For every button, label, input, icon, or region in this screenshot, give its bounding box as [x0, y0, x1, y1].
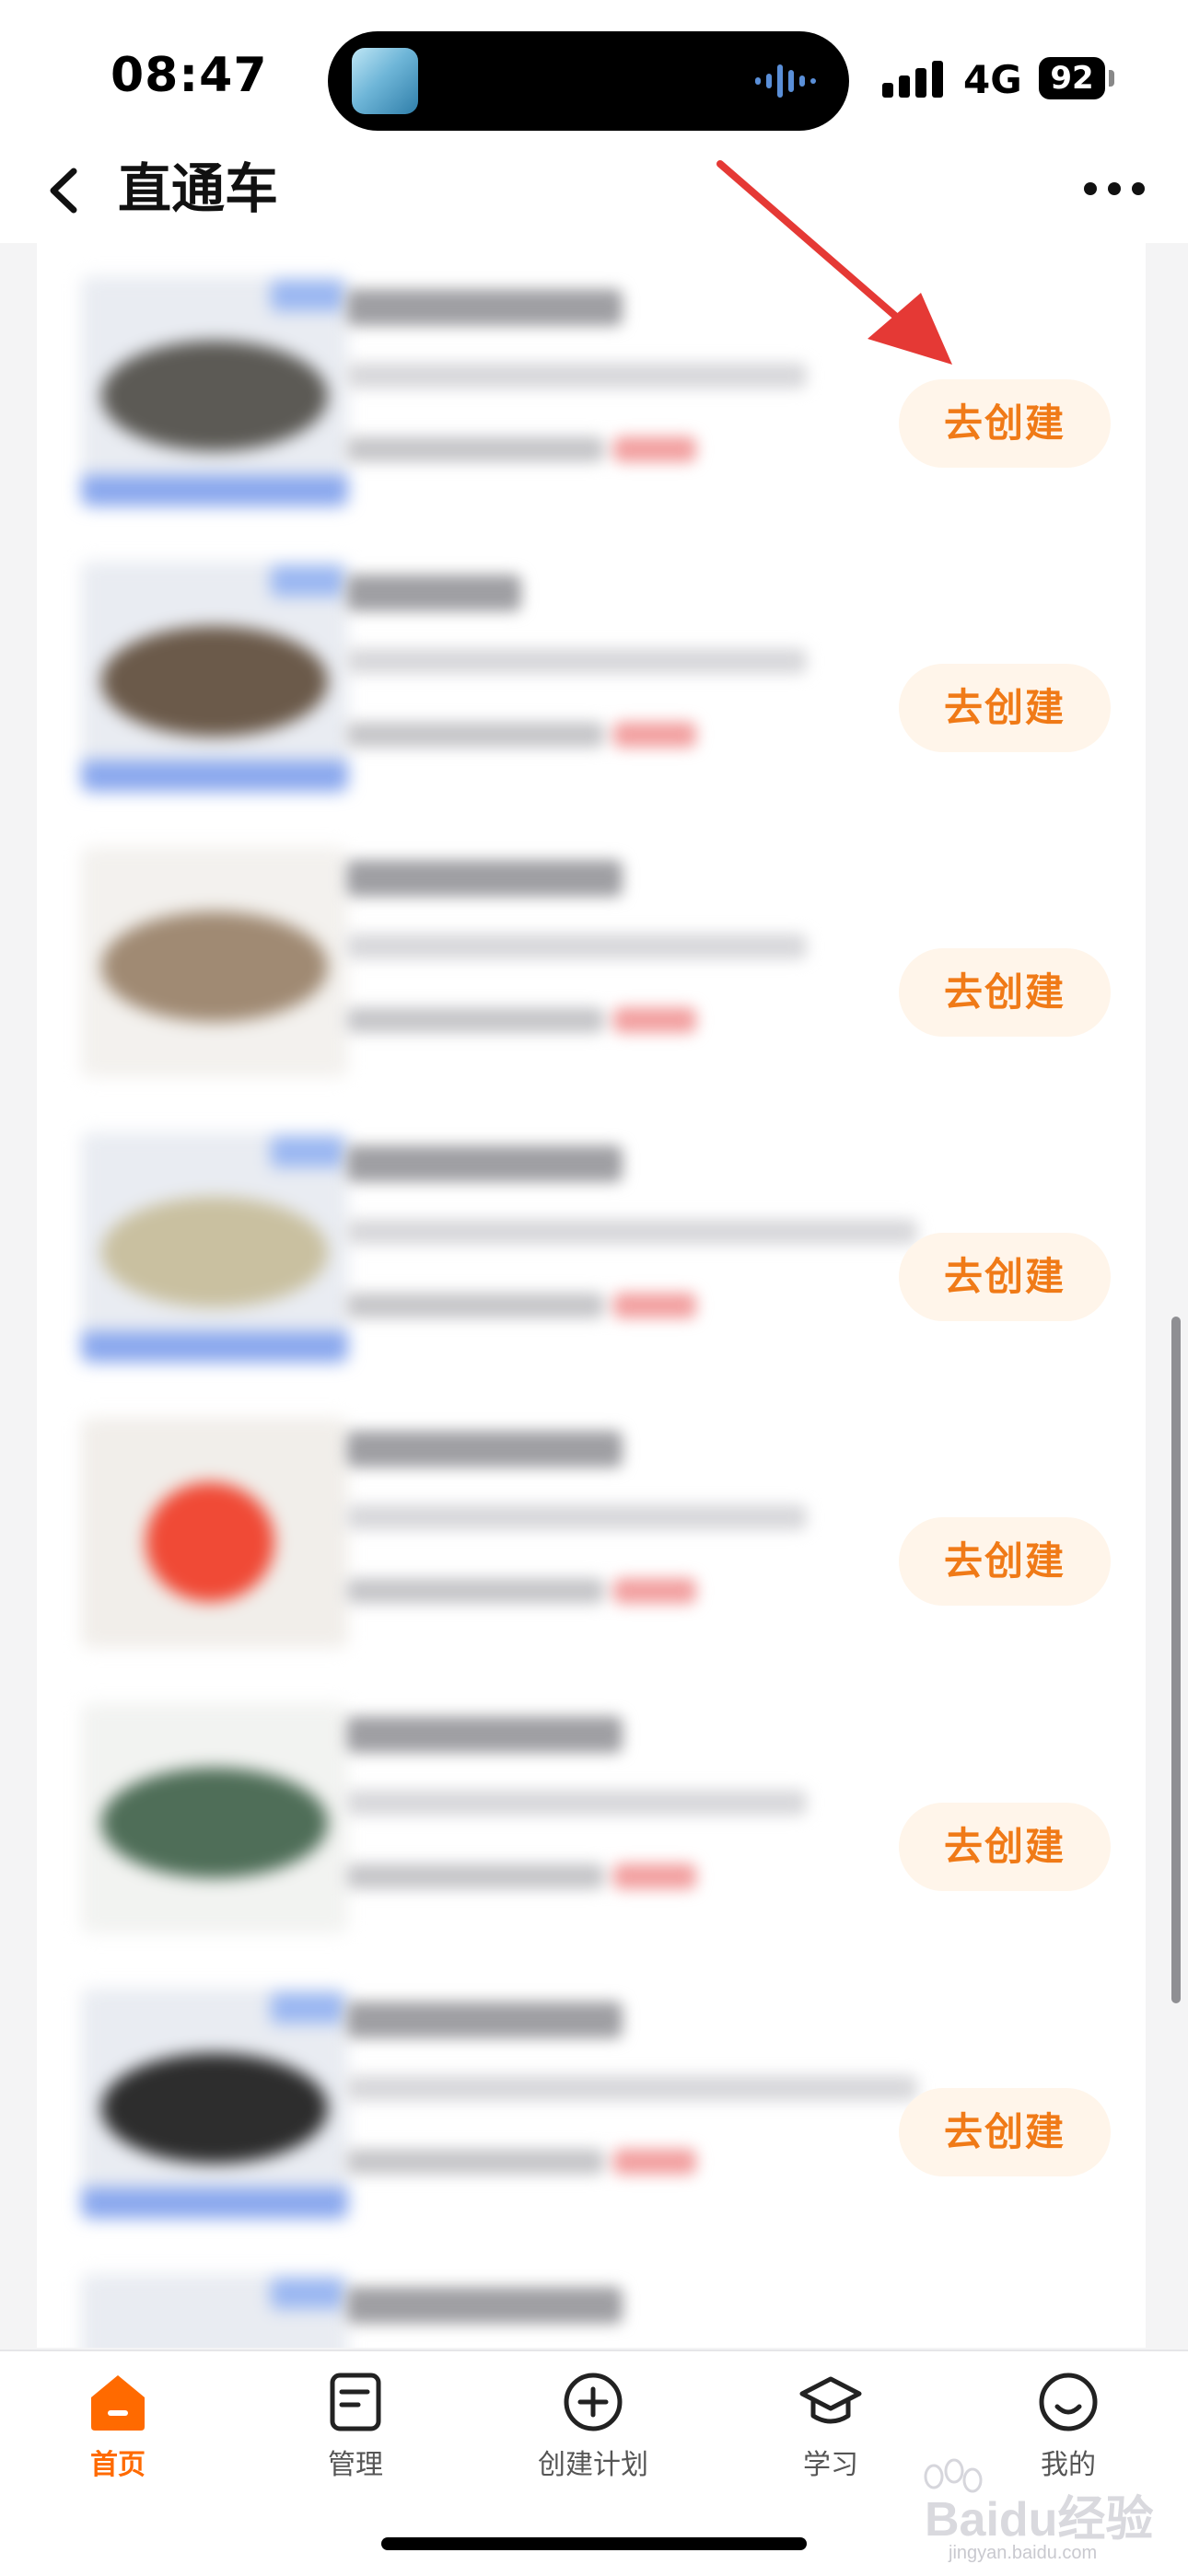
status-time: 08:47	[111, 48, 268, 103]
blurred-product-info	[346, 1431, 936, 1633]
status-bar: 08:47 4G 92	[0, 0, 1188, 138]
battery-tip	[1109, 70, 1114, 87]
thumb-band	[81, 1331, 348, 1363]
tab-label: 首页	[90, 2449, 146, 2481]
smiley-icon	[1039, 2373, 1098, 2431]
list-item: 去创建	[37, 1670, 1146, 1955]
product-image	[101, 1768, 328, 1878]
create-button[interactable]: 去创建	[899, 1517, 1111, 1606]
thumb-band	[81, 760, 348, 792]
product-list[interactable]: 去创建 去创建 去创建 去创建 去创建 去创建 去创建	[37, 243, 1146, 2348]
thumb-band	[81, 2187, 348, 2219]
list-item: 去创建	[37, 528, 1146, 814]
tab-home[interactable]: 首页	[35, 2370, 201, 2508]
create-button[interactable]: 去创建	[899, 2088, 1111, 2176]
product-thumbnail	[81, 1132, 348, 1363]
product-thumbnail	[81, 1703, 348, 1933]
create-button[interactable]: 去创建	[899, 948, 1111, 1037]
product-thumbnail	[81, 1418, 348, 1648]
blurred-product-info	[346, 1716, 936, 1919]
page-title: 直通车	[118, 157, 279, 220]
home-icon	[91, 2375, 145, 2431]
document-icon	[330, 2373, 381, 2431]
list-item-partial	[37, 2241, 1146, 2348]
product-thumbnail	[81, 276, 348, 506]
product-thumbnail	[81, 2274, 348, 2348]
thumb-tag	[271, 1992, 344, 2024]
tab-manage[interactable]: 管理	[273, 2370, 438, 2508]
tab-learn[interactable]: 学习	[748, 2370, 914, 2508]
tab-label: 创建计划	[538, 2449, 648, 2481]
product-thumbnail	[81, 847, 348, 1077]
battery-icon: 92	[1039, 57, 1105, 99]
watermark-subtext: jingyan.baidu.com	[949, 2543, 1098, 2563]
nav-bar: 直通车	[0, 138, 1188, 243]
plus-circle-icon	[564, 2373, 623, 2431]
chevron-left-icon[interactable]	[33, 158, 98, 223]
thumb-tag	[271, 565, 344, 597]
more-dots-icon[interactable]	[1081, 166, 1147, 212]
create-button[interactable]: 去创建	[899, 379, 1111, 468]
list-item: 去创建	[37, 814, 1146, 1099]
watermark-text: Baidu经验	[925, 2493, 1154, 2547]
list-item: 去创建	[37, 1099, 1146, 1385]
thumb-tag	[271, 280, 344, 311]
product-image	[101, 2053, 328, 2164]
audio-wave-icon	[755, 64, 816, 98]
thumb-tag	[271, 2278, 344, 2309]
product-thumbnail	[81, 562, 348, 792]
create-button[interactable]: 去创建	[899, 1803, 1111, 1891]
product-image	[146, 1482, 274, 1602]
product-image	[101, 626, 328, 737]
product-image	[101, 1197, 328, 1307]
blurred-product-info	[346, 574, 936, 777]
tab-label: 管理	[328, 2449, 383, 2481]
create-button[interactable]: 去创建	[899, 1233, 1111, 1321]
dynamic-island[interactable]	[328, 31, 849, 131]
thumb-band	[81, 475, 348, 506]
tab-create-plan[interactable]: 创建计划	[510, 2370, 676, 2508]
home-indicator[interactable]	[381, 2537, 807, 2550]
product-thumbnail	[81, 1989, 348, 2219]
signal-strength-icon	[882, 61, 943, 98]
list-item: 去创建	[37, 1385, 1146, 1670]
blurred-product-info	[346, 289, 936, 492]
thumb-tag	[271, 1136, 344, 1167]
product-image	[101, 911, 328, 1022]
blurred-product-info	[346, 2002, 936, 2204]
create-button[interactable]: 去创建	[899, 664, 1111, 752]
graduation-cap-icon	[799, 2376, 862, 2424]
now-playing-artwork	[352, 48, 418, 114]
product-image	[101, 341, 328, 451]
tab-label: 学习	[803, 2449, 858, 2481]
list-item: 去创建	[37, 243, 1146, 528]
blurred-product-info	[346, 2287, 936, 2348]
blurred-product-info	[346, 1145, 936, 1348]
scrollbar[interactable]	[1171, 1317, 1181, 2003]
blurred-product-info	[346, 860, 936, 1062]
list-item: 去创建	[37, 1955, 1146, 2241]
network-type: 4G	[963, 57, 1022, 102]
battery-level: 92	[1050, 60, 1094, 97]
